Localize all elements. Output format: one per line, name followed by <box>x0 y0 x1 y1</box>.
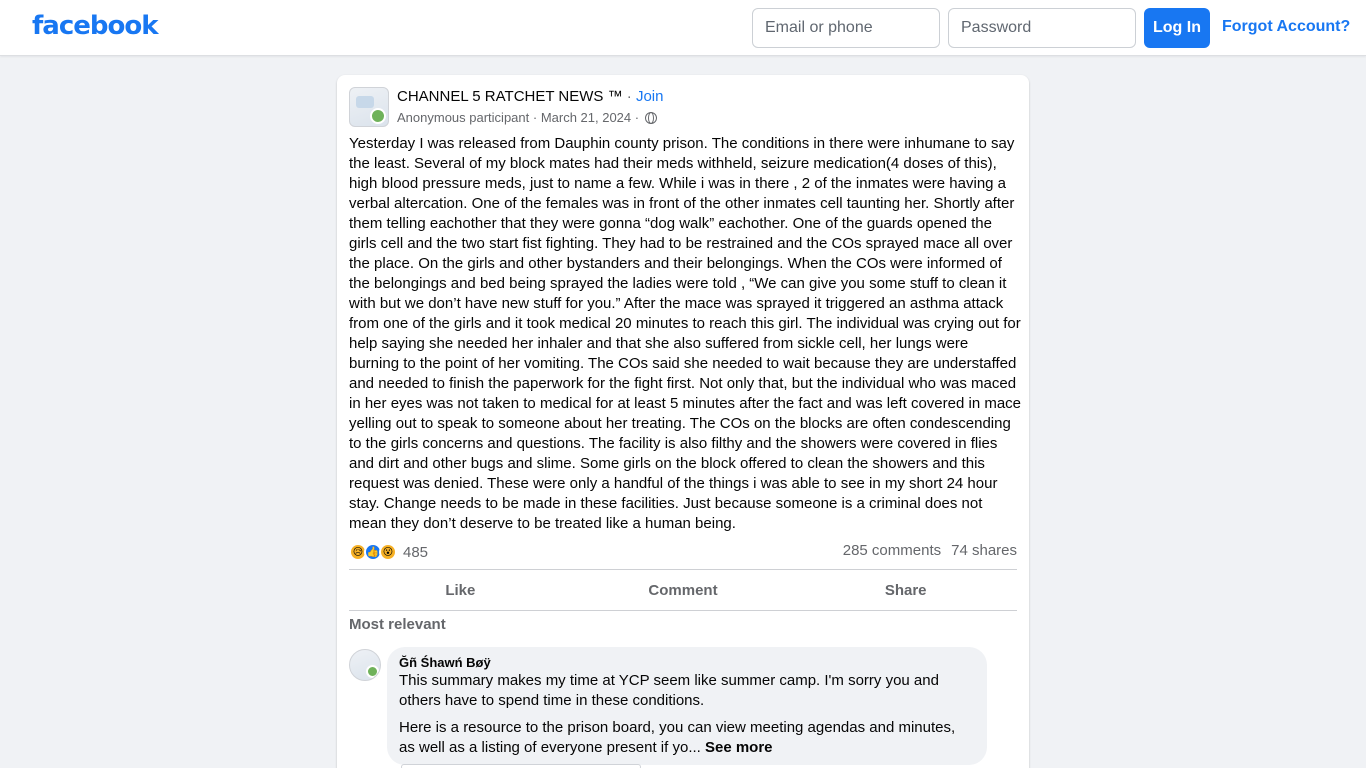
comment-text: This summary makes my time at YCP seem l… <box>399 672 939 709</box>
avatar-badge <box>366 665 379 678</box>
group-avatar[interactable] <box>349 87 389 127</box>
divider <box>349 610 1017 611</box>
wow-icon: 😮 <box>379 543 397 561</box>
separator-dot: · <box>529 110 541 125</box>
forgot-account-link[interactable]: Forgot Account? <box>1222 18 1350 36</box>
comment-sort-dropdown[interactable]: Most relevant <box>349 616 446 633</box>
reaction-summary[interactable]: 😥 👍 😮 485 <box>349 542 428 562</box>
avatar-badge <box>370 108 386 124</box>
facebook-logo[interactable]: facebook <box>32 11 159 41</box>
image-placeholder-icon <box>356 96 374 108</box>
comment-author-link[interactable]: Ğñ Śhawń Bøÿ <box>399 655 975 670</box>
commenter-avatar[interactable] <box>349 649 381 681</box>
password-input[interactable] <box>948 8 1136 48</box>
post-date-link[interactable]: March 21, 2024 <box>541 110 631 125</box>
comments-count-link[interactable]: 285 comments <box>843 542 941 559</box>
comment-text-truncated: Here is a resource to the prison board, … <box>399 719 956 756</box>
comment-text-continued: Here is a resource to the prison board, … <box>399 718 975 758</box>
reaction-count[interactable]: 485 <box>403 544 428 561</box>
post-card: CHANNEL 5 RATCHET NEWS ™ · Join Anonymou… <box>337 75 1029 768</box>
like-button[interactable]: Like <box>349 569 572 611</box>
post-actions: Like Comment Share <box>349 569 1017 611</box>
see-more-link[interactable]: See more <box>705 739 773 756</box>
shares-count-link[interactable]: 74 shares <box>951 542 1017 559</box>
group-name-link[interactable]: CHANNEL 5 RATCHET NEWS ™ <box>397 88 623 105</box>
comment-button[interactable]: Comment <box>572 569 795 611</box>
top-navigation-bar: facebook Log In Forgot Account? <box>0 0 1366 56</box>
post-stats: 285 comments 74 shares <box>843 542 1017 559</box>
link-preview-card[interactable] <box>401 764 641 768</box>
join-link[interactable]: Join <box>636 88 664 105</box>
email-or-phone-input[interactable] <box>752 8 940 48</box>
log-in-button[interactable]: Log In <box>1144 8 1210 48</box>
separator-dot: · <box>631 110 643 125</box>
post-author: Anonymous participant <box>397 110 530 125</box>
comment-bubble: Ğñ Śhawń Bøÿ This summary makes my time … <box>387 647 987 765</box>
post-meta: Anonymous participant · March 21, 2024 · <box>397 110 657 125</box>
share-button[interactable]: Share <box>794 569 1017 611</box>
post-header: CHANNEL 5 RATCHET NEWS ™ · Join <box>397 88 663 105</box>
post-body-text: Yesterday I was released from Dauphin co… <box>349 135 1026 532</box>
separator-dot: · <box>622 88 636 105</box>
globe-icon <box>644 112 657 124</box>
